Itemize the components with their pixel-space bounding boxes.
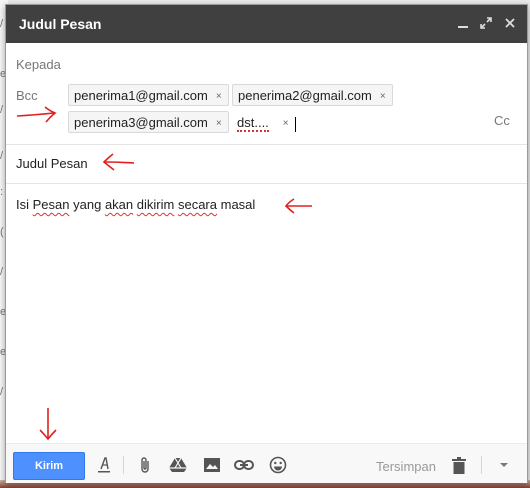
body-word-misspelled: secara [177, 197, 217, 212]
compose-window: Judul Pesan Kepada Bcc penerima1@gmail.c… [5, 4, 528, 483]
emoji-icon[interactable] [268, 455, 288, 475]
close-icon[interactable] [502, 15, 518, 31]
recipient-chip-3[interactable]: penerima3@gmail.com × [68, 111, 229, 133]
more-options-icon[interactable] [494, 455, 514, 475]
link-icon[interactable] [234, 455, 254, 475]
cc-toggle[interactable]: Cc [494, 113, 510, 128]
minimize-icon[interactable] [455, 15, 471, 31]
trash-icon[interactable] [449, 455, 469, 475]
toolbar-separator [481, 456, 482, 474]
chip-remove-icon[interactable]: × [216, 118, 222, 129]
recipient-extra-label: dst.... [237, 115, 269, 132]
recipient-chip-label: penerima2@gmail.com [238, 88, 372, 103]
chip-remove-icon[interactable]: × [380, 91, 386, 102]
body-word-misspelled: Pesan [32, 197, 70, 212]
photo-icon[interactable] [202, 455, 222, 475]
subject-divider [6, 183, 527, 184]
recipient-chip-label: penerima1@gmail.com [74, 88, 208, 103]
body-word: yang [73, 197, 102, 212]
body-word-misspelled: dikirim [136, 197, 175, 212]
send-button[interactable]: Kirim [13, 452, 85, 480]
chip-remove-icon[interactable]: × [216, 91, 222, 102]
expand-icon[interactable] [478, 15, 494, 31]
recipient-chip-label: penerima3@gmail.com [74, 115, 208, 130]
recipient-chip-2[interactable]: penerima2@gmail.com × [232, 84, 393, 106]
body-word: Isi [16, 197, 29, 212]
attach-icon[interactable] [136, 455, 156, 475]
chip-remove-icon[interactable]: × [283, 118, 289, 129]
screen: / e / / : ( / e e / Judul Pesan Kepada B… [0, 0, 530, 488]
draft-saved-status: Tersimpan [376, 459, 436, 474]
toolbar-separator [123, 456, 124, 474]
drive-icon[interactable] [168, 455, 188, 475]
bcc-label: Bcc [16, 88, 38, 103]
message-body[interactable]: Isi Pesan yang akan dikirim secara masal [16, 197, 255, 212]
to-label[interactable]: Kepada [16, 57, 61, 72]
text-caret [295, 117, 296, 132]
recipients-divider [6, 144, 527, 145]
recipient-chip-extra[interactable]: dst.... × [237, 111, 289, 133]
compose-title: Judul Pesan [19, 16, 102, 32]
compose-toolbar: Kirim Tersimpan [6, 443, 527, 483]
body-word-misspelled: akan [104, 197, 134, 212]
recipient-chip-1[interactable]: penerima1@gmail.com × [68, 84, 229, 106]
text-format-icon[interactable] [94, 455, 114, 475]
compose-titlebar[interactable]: Judul Pesan [6, 5, 527, 43]
body-word: masal [220, 197, 256, 212]
subject-field[interactable]: Judul Pesan [16, 156, 88, 171]
